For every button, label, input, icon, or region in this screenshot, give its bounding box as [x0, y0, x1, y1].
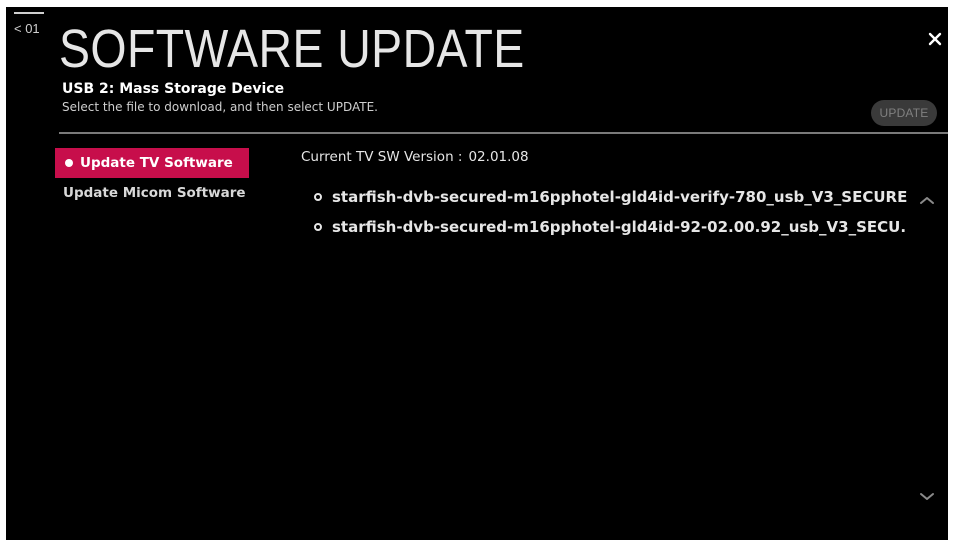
menu-item-label: Update Micom Software	[63, 185, 246, 201]
current-version-value: 02.01.08	[468, 149, 529, 165]
file-name: starfish-dvb-secured-m16pphotel-gld4id-9…	[332, 218, 907, 236]
close-icon	[928, 32, 942, 46]
menu-item-update-tv-software[interactable]: Update TV Software	[55, 148, 249, 178]
file-list-item[interactable]: starfish-dvb-secured-m16pphotel-gld4id-9…	[312, 213, 907, 241]
menu-item-label: Update TV Software	[80, 155, 233, 171]
instruction-text: Select the file to download, and then se…	[62, 100, 378, 114]
current-version-label: Current TV SW Version :	[301, 149, 463, 165]
back-indicator-bar	[14, 12, 44, 14]
file-name: starfish-dvb-secured-m16pphotel-gld4id-v…	[332, 188, 907, 206]
chevron-down-icon	[920, 493, 934, 500]
software-update-screen: < 01 SOFTWARE UPDATE USB 2: Mass Storage…	[6, 7, 948, 540]
scroll-down-button[interactable]	[917, 490, 937, 504]
file-list-item[interactable]: starfish-dvb-secured-m16pphotel-gld4id-v…	[312, 183, 907, 211]
update-button[interactable]: UPDATE	[871, 100, 937, 126]
page-title: SOFTWARE UPDATE	[59, 19, 525, 79]
header-divider	[59, 132, 948, 134]
back-button-label: < 01	[14, 21, 40, 36]
chevron-up-icon	[920, 197, 934, 204]
scroll-up-button[interactable]	[917, 193, 937, 207]
radio-icon	[314, 223, 322, 231]
device-name: USB 2: Mass Storage Device	[62, 81, 285, 97]
selected-dot-icon	[65, 159, 73, 167]
current-version: Current TV SW Version : 02.01.08	[301, 149, 529, 165]
menu-item-update-micom-software[interactable]: Update Micom Software	[55, 178, 249, 208]
back-button[interactable]: < 01	[14, 12, 48, 42]
radio-icon	[314, 193, 322, 201]
close-button[interactable]	[921, 25, 948, 53]
